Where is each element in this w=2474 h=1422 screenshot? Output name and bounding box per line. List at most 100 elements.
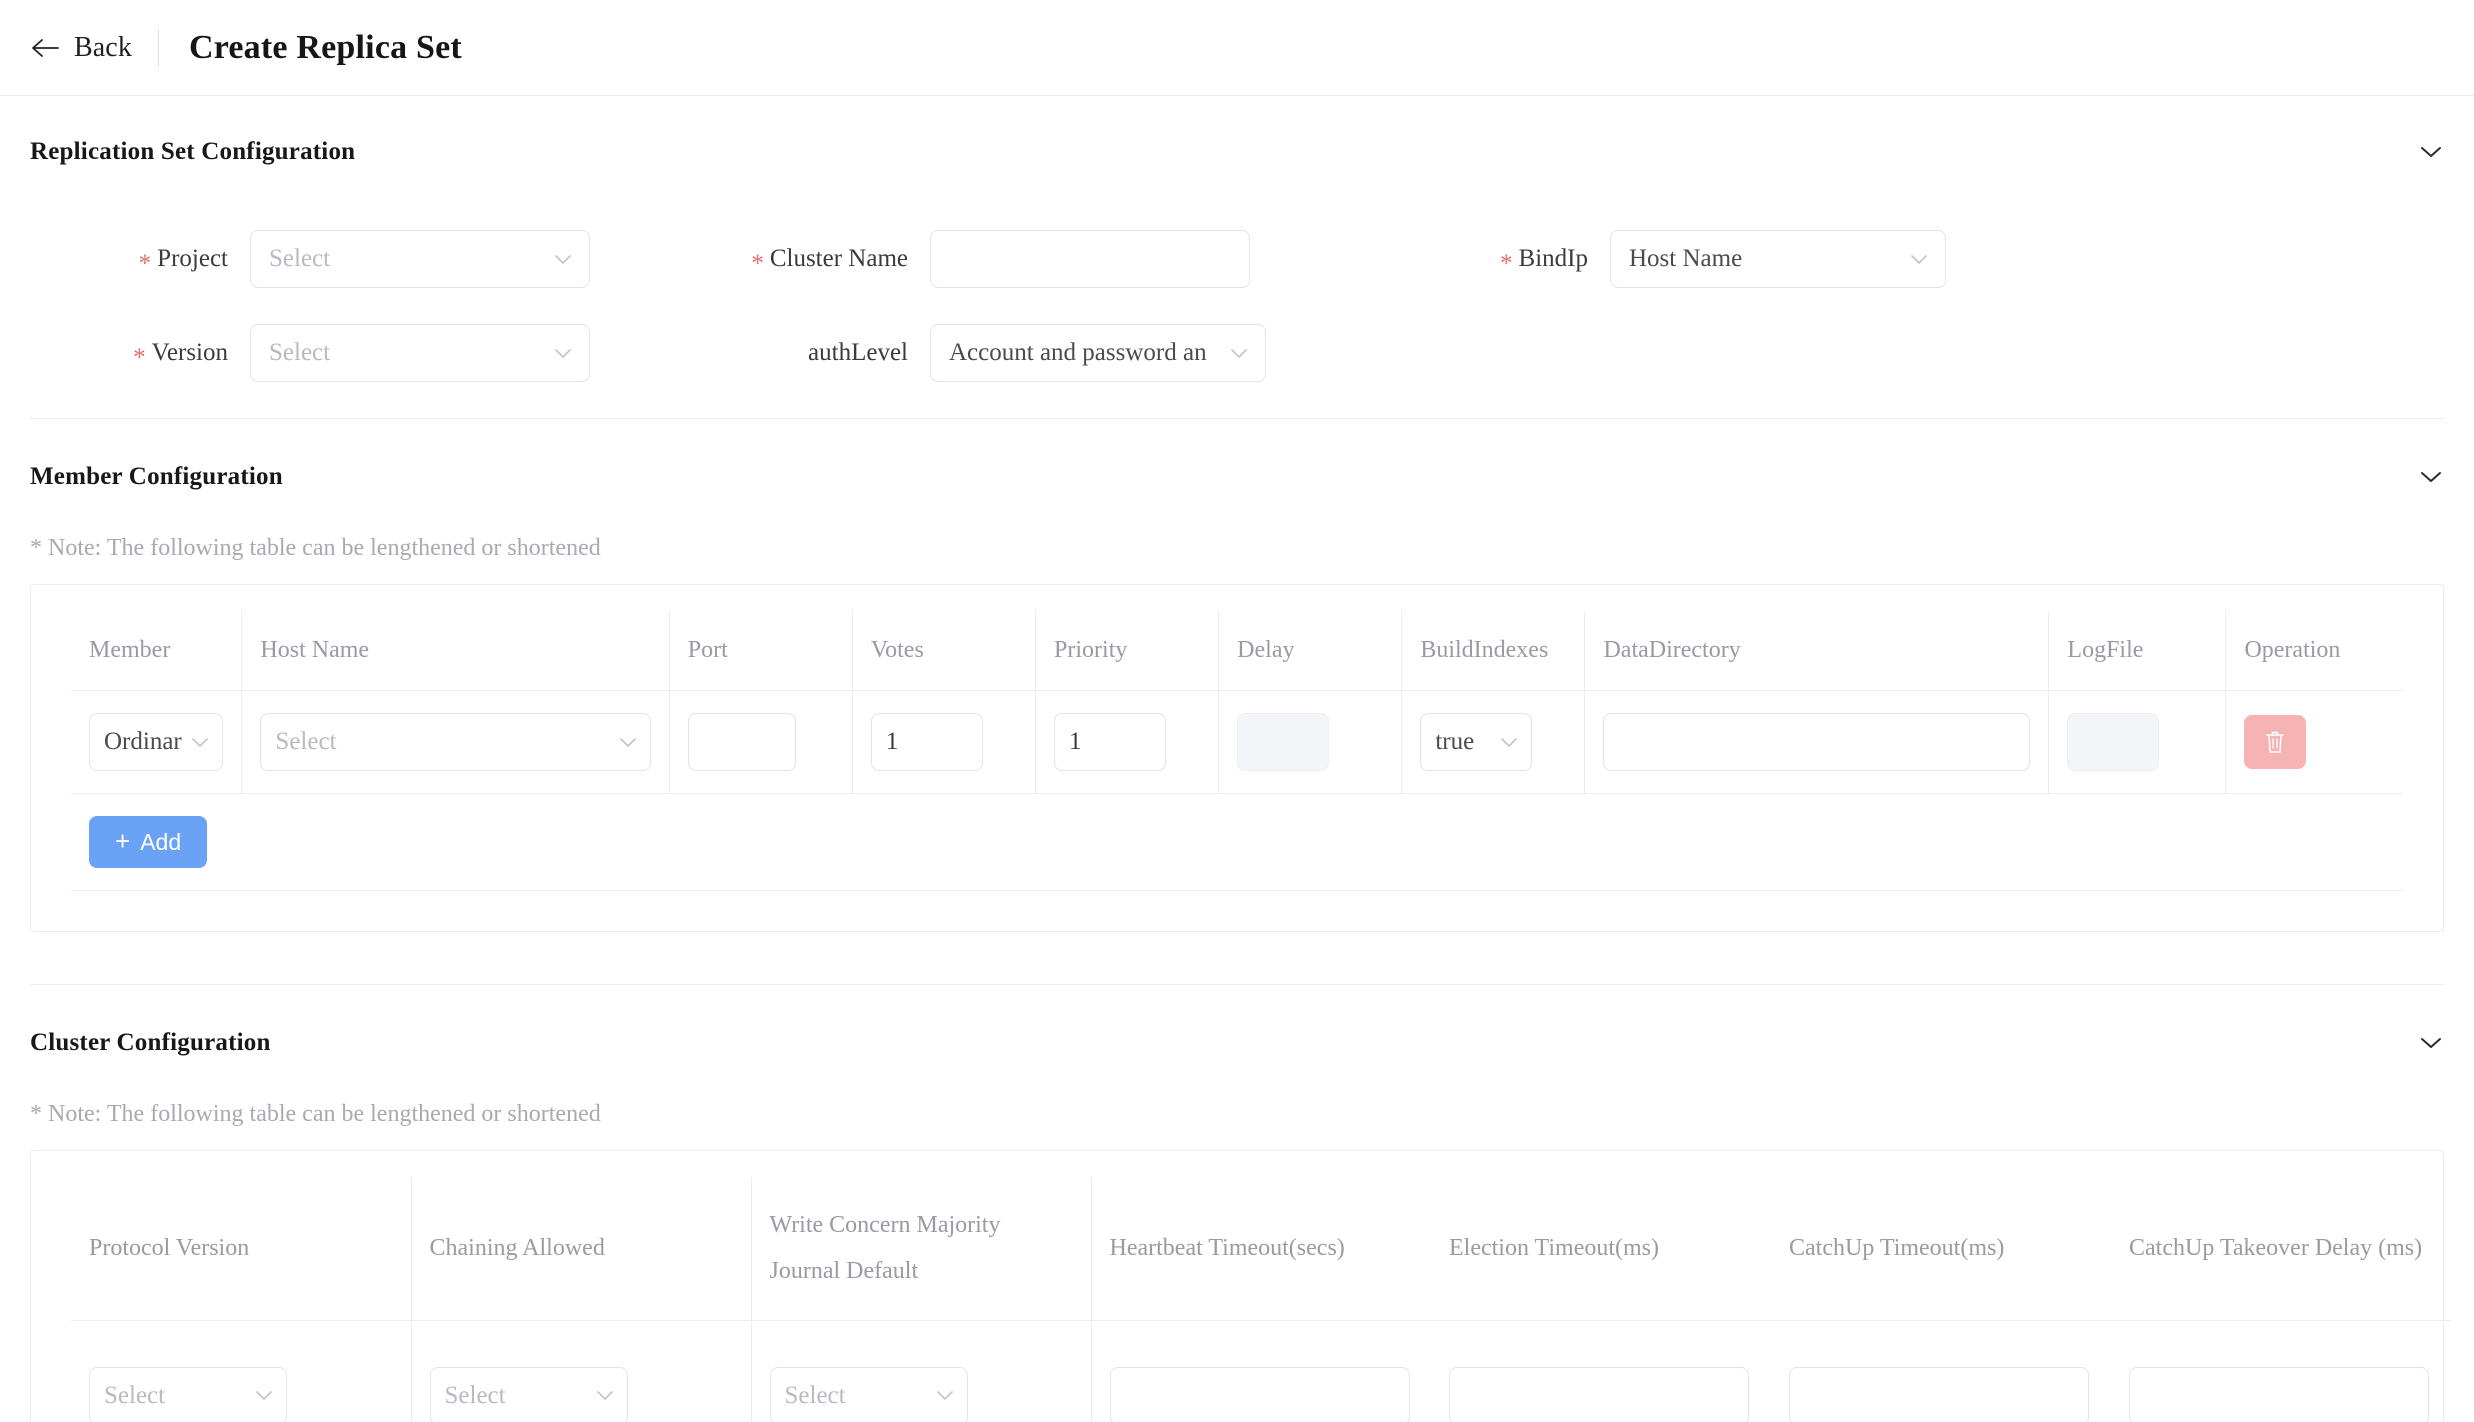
member-section-title: Member Configuration	[30, 463, 283, 491]
chevron-down-icon	[553, 347, 573, 360]
col-header-port: Port	[669, 611, 852, 691]
cell-port	[669, 691, 852, 794]
write-concern-value: Select	[785, 1382, 927, 1410]
required-marker: *	[133, 345, 146, 370]
cluster-note: * Note: The following table can be lengt…	[0, 1075, 2474, 1150]
add-member-button[interactable]: + Add	[89, 816, 207, 868]
chaining-allowed-value: Select	[445, 1382, 587, 1410]
cluster-name-input[interactable]	[949, 245, 1233, 273]
col-header-protocol-version: Protocol Version	[71, 1177, 411, 1321]
col-header-catchup-takeover-delay: CatchUp Takeover Delay (ms)	[2111, 1177, 2451, 1321]
version-label-text: Version	[152, 339, 228, 367]
port-input[interactable]	[703, 728, 783, 756]
member-type-value: Ordinar	[104, 728, 182, 756]
col-header-logfile: LogFile	[2049, 611, 2226, 691]
cluster-section-header[interactable]: Cluster Configuration	[0, 1011, 2474, 1075]
replication-section-header[interactable]: Replication Set Configuration	[0, 120, 2474, 184]
replication-section-title: Replication Set Configuration	[30, 138, 355, 166]
datadirectory-input[interactable]	[1618, 728, 2017, 756]
priority-input-wrap[interactable]	[1054, 713, 1166, 771]
delay-input-wrap[interactable]	[1237, 713, 1329, 771]
catchup-timeout-input[interactable]	[1804, 1382, 2076, 1410]
votes-input-wrap[interactable]	[871, 713, 983, 771]
col-header-operation: Operation	[2226, 611, 2403, 691]
col-header-member: Member	[71, 611, 242, 691]
authlevel-label-text: authLevel	[808, 339, 908, 367]
chevron-down-icon[interactable]	[2418, 1035, 2444, 1051]
col-header-heartbeat-timeout: Heartbeat Timeout(secs)	[1091, 1177, 1431, 1321]
buildindexes-select[interactable]: true	[1420, 713, 1532, 771]
election-timeout-input[interactable]	[1464, 1382, 1736, 1410]
protocol-version-select[interactable]: Select	[89, 1367, 287, 1422]
authlevel-select[interactable]: Account and password an	[930, 324, 1266, 382]
cluster-section-title: Cluster Configuration	[30, 1029, 271, 1057]
table-row: Select Select	[71, 1321, 2451, 1422]
election-timeout-input-wrap[interactable]	[1449, 1367, 1749, 1422]
priority-input[interactable]	[1069, 728, 1153, 756]
member-table-card: Member Host Name Port Votes Priority Del…	[30, 584, 2444, 932]
protocol-version-value: Select	[104, 1382, 246, 1410]
chevron-down-icon	[1499, 736, 1519, 749]
bindip-label-text: BindIp	[1519, 245, 1588, 273]
required-marker: *	[1500, 251, 1513, 276]
cluster-table-card: Protocol Version Chaining Allowed Write …	[30, 1150, 2444, 1422]
member-table-header-row: Member Host Name Port Votes Priority Del…	[71, 611, 2403, 691]
page-title: Create Replica Set	[189, 29, 462, 67]
authlevel-label: authLevel	[680, 339, 930, 367]
votes-input[interactable]	[886, 728, 970, 756]
port-input-wrap[interactable]	[688, 713, 796, 771]
version-select[interactable]: Select	[250, 324, 590, 382]
catchup-takeover-delay-input-wrap[interactable]	[2129, 1367, 2429, 1422]
cell-election-timeout	[1431, 1321, 1771, 1422]
form-row-2: * Version Select authLevel Account and p…	[0, 306, 2474, 400]
delete-member-button[interactable]	[2244, 715, 2306, 769]
col-header-write-concern: Write Concern Majority Journal Default	[751, 1177, 1091, 1321]
back-button[interactable]: Back	[30, 32, 158, 64]
chevron-down-icon[interactable]	[2418, 469, 2444, 485]
replication-form: * Project Select * Cluster Name	[0, 184, 2474, 418]
top-bar: Back Create Replica Set	[0, 0, 2474, 96]
project-select[interactable]: Select	[250, 230, 590, 288]
section-divider-1	[30, 418, 2444, 419]
catchup-timeout-input-wrap[interactable]	[1789, 1367, 2089, 1422]
topbar-divider	[158, 29, 159, 67]
spacer	[0, 932, 2474, 984]
member-section-header[interactable]: Member Configuration	[0, 445, 2474, 509]
cell-catchup-timeout	[1771, 1321, 2111, 1422]
cluster-name-label-text: Cluster Name	[770, 245, 908, 273]
cell-buildindexes: true	[1402, 691, 1585, 794]
cluster-name-input-wrap[interactable]	[930, 230, 1250, 288]
authlevel-select-value: Account and password an	[949, 339, 1221, 367]
cell-votes	[852, 691, 1035, 794]
buildindexes-value: true	[1435, 728, 1491, 756]
chevron-down-icon	[1229, 347, 1249, 360]
heartbeat-timeout-input-wrap[interactable]	[1110, 1367, 1410, 1422]
cell-host-name: Select	[242, 691, 669, 794]
cell-chaining-allowed: Select	[411, 1321, 751, 1422]
member-note: * Note: The following table can be lengt…	[0, 509, 2474, 584]
chevron-down-icon	[1909, 253, 1929, 266]
required-marker: *	[751, 251, 764, 276]
write-concern-select[interactable]: Select	[770, 1367, 968, 1422]
logfile-input-wrap[interactable]	[2067, 713, 2159, 771]
heartbeat-timeout-input[interactable]	[1125, 1382, 1397, 1410]
member-add-row: + Add	[71, 794, 2403, 891]
catchup-takeover-delay-input[interactable]	[2144, 1382, 2416, 1410]
cell-delay	[1219, 691, 1402, 794]
chevron-down-icon	[553, 253, 573, 266]
bindip-label: * BindIp	[1360, 245, 1610, 273]
member-type-select[interactable]: Ordinar	[89, 713, 223, 771]
version-label: * Version	[0, 339, 250, 367]
bindip-select-value: Host Name	[1629, 245, 1901, 273]
chaining-allowed-select[interactable]: Select	[430, 1367, 628, 1422]
plus-icon: +	[115, 828, 130, 854]
cell-heartbeat-timeout	[1091, 1321, 1431, 1422]
chevron-down-icon[interactable]	[2418, 144, 2444, 160]
section-divider-2	[30, 984, 2444, 985]
chevron-down-icon	[254, 1389, 274, 1402]
cell-add: + Add	[71, 794, 2403, 891]
datadirectory-input-wrap[interactable]	[1603, 713, 2030, 771]
bindip-select[interactable]: Host Name	[1610, 230, 1946, 288]
cluster-table-header-row: Protocol Version Chaining Allowed Write …	[71, 1177, 2451, 1321]
host-name-select[interactable]: Select	[260, 713, 650, 771]
